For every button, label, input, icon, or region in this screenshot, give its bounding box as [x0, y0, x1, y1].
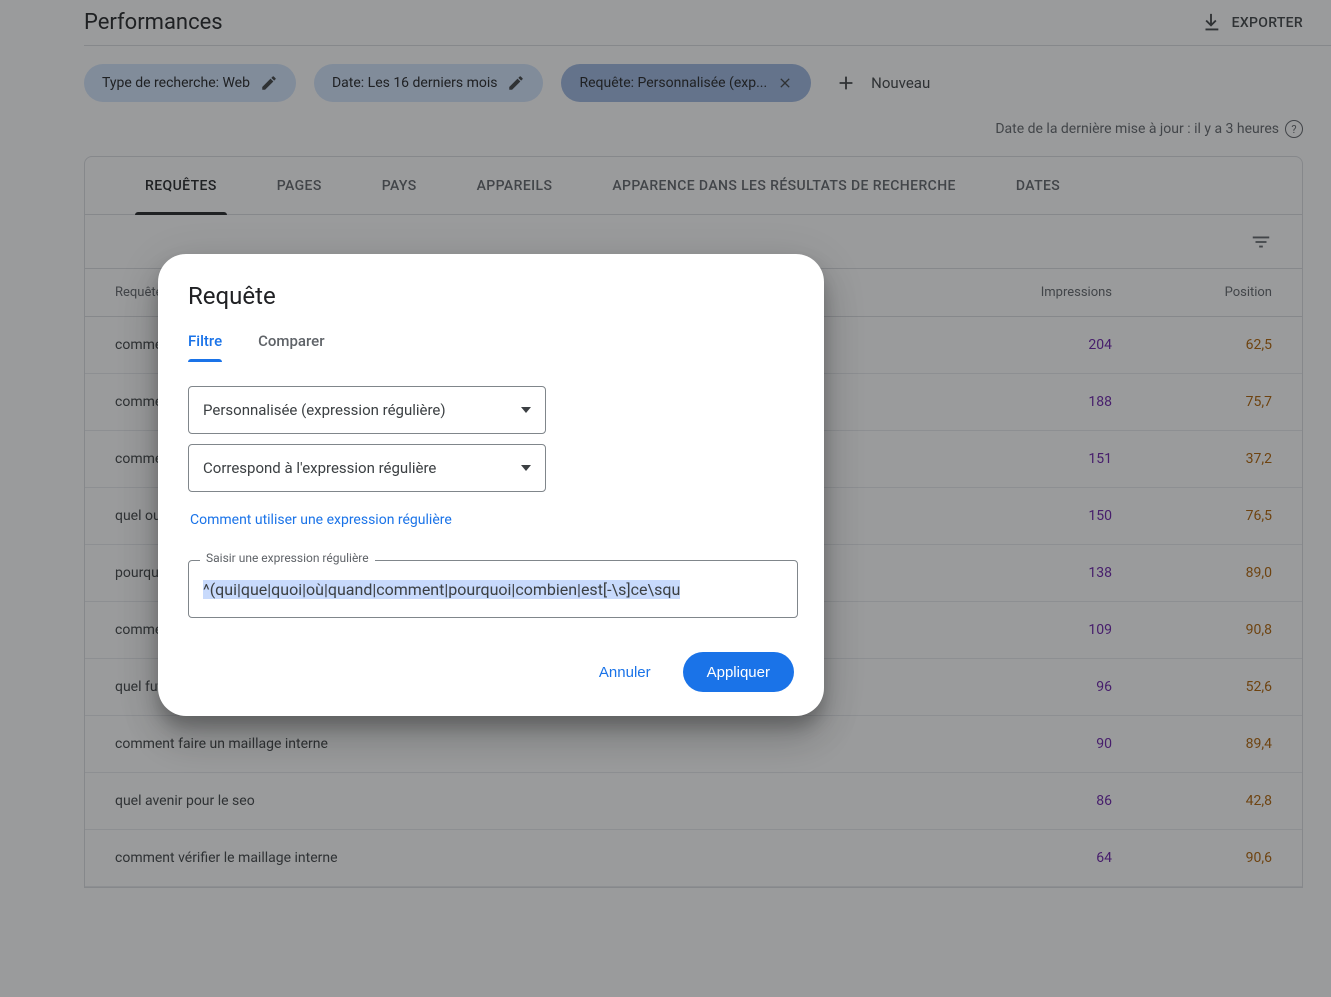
apply-button[interactable]: Appliquer: [683, 652, 794, 692]
regex-field-label: Saisir une expression régulière: [200, 551, 375, 565]
caret-down-icon: [521, 463, 531, 473]
dialog-tab-filter[interactable]: Filtre: [188, 332, 222, 362]
select-filter-type-value: Personnalisée (expression régulière): [203, 401, 446, 419]
cancel-button[interactable]: Annuler: [583, 654, 667, 691]
query-filter-dialog: Requête Filtre Comparer Personnalisée (e…: [158, 254, 824, 716]
select-match-type-value: Correspond à l'expression régulière: [203, 459, 436, 477]
select-filter-type[interactable]: Personnalisée (expression régulière): [188, 386, 546, 434]
regex-help-link[interactable]: Comment utiliser une expression régulièr…: [190, 512, 452, 528]
caret-down-icon: [521, 405, 531, 415]
regex-input[interactable]: [188, 560, 798, 618]
select-match-type[interactable]: Correspond à l'expression régulière: [188, 444, 546, 492]
dialog-title: Requête: [188, 282, 794, 310]
dialog-tab-compare[interactable]: Comparer: [258, 332, 324, 362]
